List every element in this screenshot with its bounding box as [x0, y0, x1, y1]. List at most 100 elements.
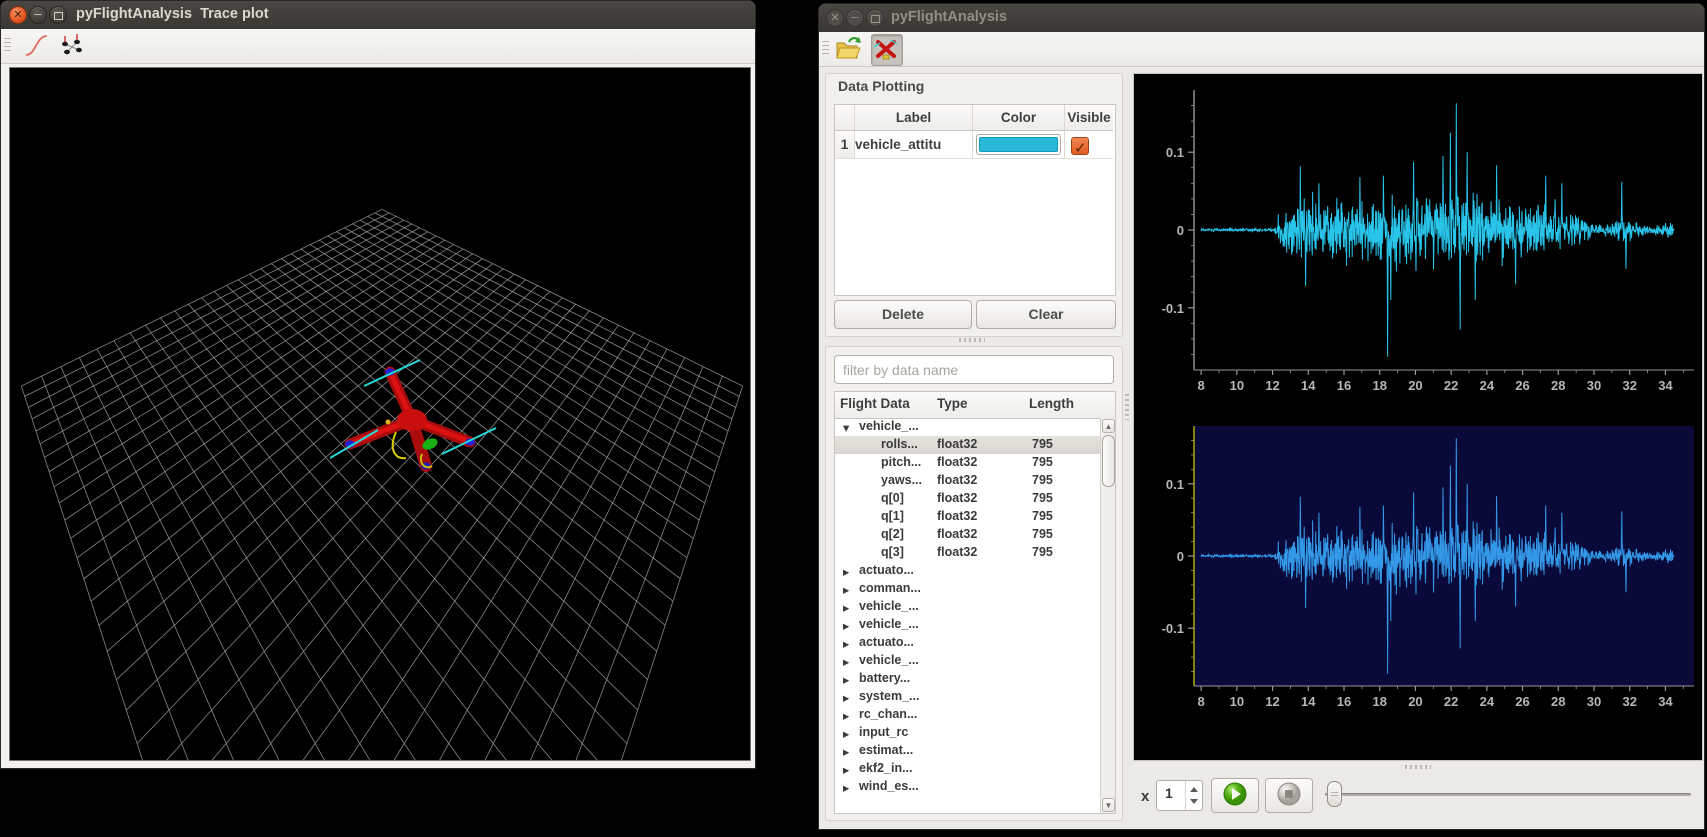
x-tick-label: 28 [1551, 694, 1565, 709]
timeline-slider-track[interactable] [1325, 793, 1691, 796]
tree-row[interactable]: ▸input_rc [835, 724, 1100, 742]
tree-header-length[interactable]: Length [1029, 396, 1074, 411]
tree-row[interactable]: q[0]float32795 [835, 490, 1100, 508]
expand-icon[interactable]: ▸ [843, 654, 849, 669]
expand-icon[interactable]: ▸ [843, 744, 849, 759]
row-index: 1 [835, 131, 855, 159]
expand-icon[interactable]: ▸ [843, 708, 849, 723]
expand-icon[interactable]: ▸ [843, 672, 849, 687]
titlebar[interactable]: ✕ ─ pyFlightAnalysis [819, 4, 1704, 33]
toolbar-handle[interactable] [4, 38, 11, 54]
toolbar-handle[interactable] [822, 41, 829, 57]
tree-item-type: float32 [937, 491, 977, 505]
tree-header-name[interactable]: Flight Data [840, 396, 910, 411]
x-tick-label: 26 [1515, 378, 1529, 392]
expand-icon[interactable]: ▸ [843, 564, 849, 579]
expand-icon[interactable]: ▸ [843, 690, 849, 705]
quadrotor-view-button[interactable] [871, 34, 903, 66]
data-plotting-panel: Data Plotting Label Color Visible 1 vehi… [825, 73, 1123, 337]
x-tick-label: 10 [1230, 694, 1244, 709]
expand-icon[interactable]: ▸ [843, 762, 849, 777]
close-button[interactable]: ✕ [9, 6, 27, 24]
stop-button[interactable] [1265, 778, 1313, 813]
scroll-up-arrow[interactable]: ▲ [1102, 419, 1115, 433]
tree-row[interactable]: rolls...float32795 [835, 436, 1100, 454]
tree-row[interactable]: yaws...float32795 [835, 472, 1100, 490]
tree-row[interactable]: ▸vehicle_... [835, 598, 1100, 616]
top-plot[interactable]: 0.10-0.1810121416182022242628303234 [1134, 74, 1702, 392]
tree-row[interactable]: ▸system_... [835, 688, 1100, 706]
model-view-tool-button[interactable] [57, 31, 87, 61]
maximize-button[interactable] [49, 6, 67, 24]
scroll-down-arrow[interactable]: ▼ [1102, 798, 1115, 812]
tree-item-length: 795 [1032, 473, 1053, 487]
expand-icon[interactable]: ▸ [843, 726, 849, 741]
tree-row[interactable]: q[3]float32795 [835, 544, 1100, 562]
tree-item-label: q[1] [881, 509, 904, 523]
x-tick-label: 10 [1230, 378, 1244, 392]
maximize-button[interactable] [866, 9, 884, 27]
tree-row[interactable]: pitch...float32795 [835, 454, 1100, 472]
column-header-color[interactable]: Color [973, 105, 1065, 131]
tree-row[interactable]: q[1]float32795 [835, 508, 1100, 526]
tree-row[interactable]: ▸rc_chan... [835, 706, 1100, 724]
tree-header-type[interactable]: Type [937, 396, 968, 411]
delete-button[interactable]: Delete [834, 300, 972, 329]
tree-row[interactable]: ▸comman... [835, 580, 1100, 598]
tree-row[interactable]: ▸actuato... [835, 634, 1100, 652]
tree-row[interactable]: ▸vehicle_... [835, 652, 1100, 670]
close-button[interactable]: ✕ [826, 9, 844, 27]
color-swatch[interactable] [976, 134, 1061, 155]
column-header-visible[interactable]: Visible [1065, 105, 1113, 131]
expand-icon[interactable]: ▸ [843, 780, 849, 795]
stop-icon [1267, 779, 1311, 810]
speed-value: 1 [1165, 785, 1173, 801]
spin-down-icon[interactable] [1190, 799, 1198, 804]
curve-color-cell[interactable] [973, 131, 1065, 159]
collapse-icon[interactable]: ▾ [843, 420, 849, 435]
speed-spinbox[interactable]: 1 [1156, 780, 1203, 811]
x-tick-label: 12 [1265, 694, 1279, 709]
quadrotor-icon [57, 31, 87, 61]
tree-scrollbar[interactable]: ▲ ▼ [1100, 418, 1115, 813]
curve-plot-tool-button[interactable] [21, 31, 51, 61]
tree-item-label: estimat... [859, 743, 913, 757]
expand-icon[interactable]: ▸ [843, 582, 849, 597]
x-tick-label: 24 [1480, 378, 1495, 392]
tree-row[interactable]: ▸wind_es... [835, 778, 1100, 796]
clear-button[interactable]: Clear [976, 300, 1116, 329]
spinbox-arrows[interactable] [1185, 781, 1202, 810]
scroll-thumb[interactable] [1102, 435, 1115, 487]
tree-row[interactable]: ▸battery... [835, 670, 1100, 688]
bottom-splitter[interactable] [1405, 765, 1431, 769]
minimize-button[interactable]: ─ [846, 9, 864, 27]
timeline-slider-handle[interactable] [1327, 781, 1342, 807]
panel-splitter[interactable] [959, 338, 985, 342]
3d-viewport[interactable] [9, 67, 751, 761]
minimize-button[interactable]: ─ [29, 6, 47, 24]
tree-row[interactable]: ▸vehicle_... [835, 616, 1100, 634]
x-tick-label: 30 [1587, 694, 1601, 709]
plotted-curves-table: Label Color Visible 1 vehicle_attitu [834, 104, 1116, 296]
spin-up-icon[interactable] [1190, 787, 1198, 792]
tree-item-length: 795 [1032, 437, 1053, 451]
tree-row[interactable]: q[2]float32795 [835, 526, 1100, 544]
column-header-label[interactable]: Label [855, 105, 973, 131]
curve-label-cell[interactable]: vehicle_attitu [855, 131, 973, 159]
corner-header [835, 105, 855, 131]
bottom-plot[interactable]: vehicle_attitude->rollspeed 0.10-0.18101… [1134, 392, 1702, 760]
visible-checkbox[interactable] [1071, 137, 1089, 155]
play-button[interactable] [1211, 778, 1259, 813]
tree-row[interactable]: ▾vehicle_... [835, 418, 1100, 436]
tree-row[interactable]: ▸ estimat... [835, 742, 1100, 760]
quadrotor-x-icon [872, 35, 900, 63]
column-splitter[interactable] [1125, 394, 1129, 420]
expand-icon[interactable]: ▸ [843, 636, 849, 651]
expand-icon[interactable]: ▸ [843, 600, 849, 615]
filter-input[interactable] [834, 355, 1114, 384]
expand-icon[interactable]: ▸ [843, 618, 849, 633]
titlebar[interactable]: ✕ ─ pyFlightAnalysis Trace plot [1, 1, 755, 30]
tree-row[interactable]: ▸ekf2_in... [835, 760, 1100, 778]
open-file-button[interactable] [833, 34, 863, 64]
tree-row[interactable]: ▸actuato... [835, 562, 1100, 580]
